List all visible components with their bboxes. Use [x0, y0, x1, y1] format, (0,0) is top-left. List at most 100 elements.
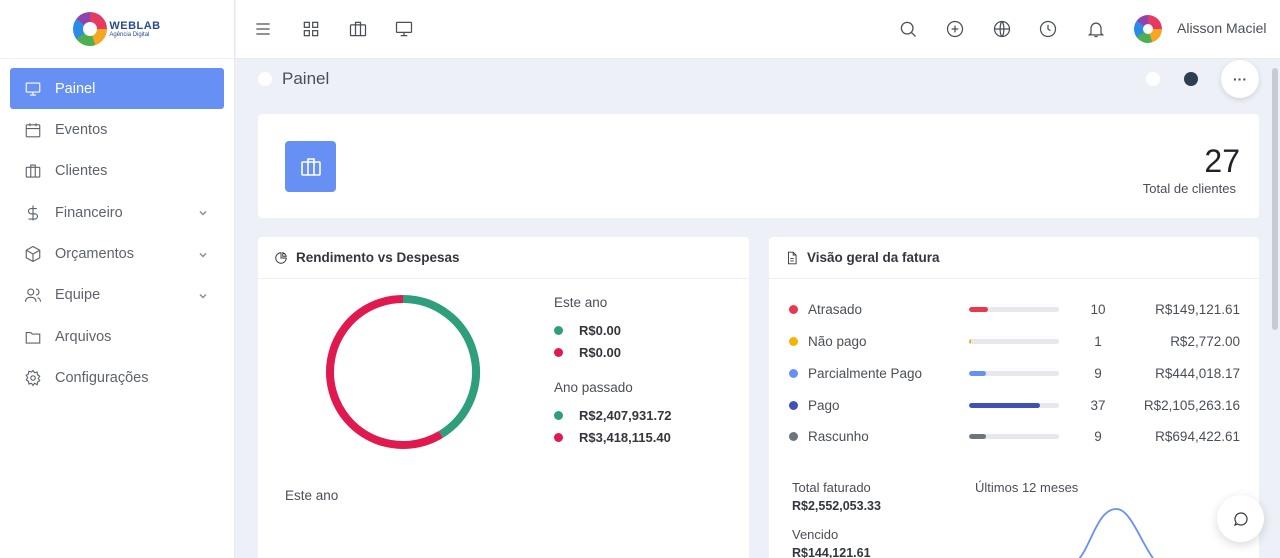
invoice-status-label: Não pago — [808, 333, 867, 349]
light-theme-toggle[interactable] — [1146, 72, 1160, 86]
invoice-row[interactable]: Parcialmente Pago 9 R$444,018.17 — [789, 362, 1240, 384]
page-title-dot — [258, 72, 272, 86]
calendar-icon — [24, 121, 42, 139]
progress-fill — [969, 306, 988, 312]
dark-theme-toggle[interactable] — [1184, 72, 1198, 86]
sidebar-item-equipe[interactable]: Equipe — [10, 275, 224, 316]
total-invoiced-value: R$2,552,053.33 — [792, 499, 881, 513]
legend-title: Ano passado — [554, 380, 633, 395]
invoice-amount: R$2,105,263.16 — [1143, 397, 1240, 413]
invoice-status-label: Pago — [808, 397, 840, 413]
legend-row-income: R$0.00 — [554, 319, 621, 341]
document-icon — [785, 251, 799, 265]
monitor-icon[interactable] — [393, 18, 415, 40]
invoice-row[interactable]: Não pago 1 R$2,772.00 — [789, 330, 1240, 352]
globe-icon[interactable] — [991, 18, 1013, 40]
income-dot — [554, 325, 563, 335]
briefcase-icon[interactable] — [347, 18, 369, 40]
chevron-down-icon — [198, 206, 208, 216]
invoice-count: 9 — [1094, 365, 1102, 381]
sidebar-item-financeiro[interactable]: Financeiro — [10, 192, 224, 233]
sidebar-item-clientes[interactable]: Clientes — [10, 151, 224, 192]
clients-label: Total de clientes — [1142, 181, 1236, 196]
folder-icon — [24, 328, 42, 346]
sidebar-item-arquivos[interactable]: Arquivos — [10, 316, 224, 357]
invoice-row[interactable]: Rascunho 9 R$694,422.61 — [789, 425, 1240, 447]
invoice-amount: R$694,422.61 — [1155, 428, 1240, 444]
donut-slice-expense[interactable] — [326, 295, 443, 449]
invoice-status-label: Atrasado — [808, 301, 863, 317]
briefcase-icon — [24, 162, 42, 180]
chat-icon — [1233, 511, 1248, 526]
status-dot — [789, 304, 798, 314]
due-value: R$144,121.61 — [792, 546, 871, 558]
card-title: Visão geral da fatura — [807, 250, 940, 265]
sidebar-item-label: Arquivos — [55, 328, 112, 345]
clients-count: 27 — [1204, 143, 1240, 179]
briefcase-icon — [285, 141, 336, 192]
topbar: Alisson Maciel — [236, 0, 1280, 59]
progress-fill — [969, 402, 1041, 408]
legend-title: Este ano — [554, 295, 608, 310]
logo-subtitle: Agência Digital — [109, 31, 150, 38]
legend-value: R$0.00 — [579, 344, 621, 360]
scrollbar[interactable] — [1272, 68, 1278, 330]
legend-row-expense: R$3,418,115.40 — [554, 426, 672, 448]
clients-card[interactable]: 27 Total de clientes — [258, 114, 1259, 218]
box-icon — [24, 245, 42, 263]
logo-title: WEBLAB — [109, 19, 161, 32]
legend-value: R$0.00 — [579, 322, 621, 338]
legend-this-year: Este ano R$0.00 R$0.00 — [554, 295, 621, 363]
sidebar-item-configuracoes[interactable]: Configurações — [10, 358, 224, 399]
invoice-status-label: Parcialmente Pago — [808, 365, 923, 381]
invoice-count: 37 — [1090, 397, 1106, 413]
progress-fill — [969, 338, 971, 344]
legend-row-income: R$2,407,931.72 — [554, 404, 672, 426]
sidebar-item-painel[interactable]: Painel — [10, 68, 224, 109]
sidebar-item-eventos[interactable]: Eventos — [10, 109, 224, 150]
invoice-row[interactable]: Atrasado 10 R$149,121.61 — [789, 298, 1240, 320]
sidebar-item-label: Equipe — [55, 287, 101, 304]
sidebar-item-label: Clientes — [55, 163, 108, 180]
chat-button[interactable] — [1217, 495, 1264, 542]
logo-mark-icon — [73, 12, 108, 46]
pie-chart-icon — [274, 251, 288, 265]
legend-value: R$3,418,115.40 — [579, 429, 671, 445]
chevron-down-icon — [198, 289, 208, 299]
invoice-amount: R$149,121.61 — [1155, 301, 1240, 317]
progress-fill — [969, 433, 987, 439]
plus-circle-icon[interactable] — [944, 18, 966, 40]
invoice-row[interactable]: Pago 37 R$2,105,263.16 — [789, 394, 1240, 416]
search-icon[interactable] — [897, 18, 919, 40]
progress-bar — [969, 370, 1059, 376]
grid-icon[interactable] — [300, 18, 322, 40]
progress-bar — [969, 306, 1059, 312]
sidebar-item-orcamentos[interactable]: Orçamentos — [10, 234, 224, 275]
settings-icon — [24, 369, 42, 387]
invoice-count: 1 — [1094, 333, 1102, 349]
total-invoiced-label: Total faturado — [792, 480, 871, 495]
income-dot — [554, 410, 563, 420]
invoice-overview-card: Visão geral da fatura Atrasado 10 R$149,… — [769, 237, 1259, 558]
invoice-sparkline — [1078, 508, 1155, 558]
user-name[interactable]: Alisson Maciel — [1177, 20, 1266, 36]
bell-icon[interactable] — [1085, 18, 1107, 40]
invoice-status-label: Rascunho — [808, 428, 869, 444]
sidebar-item-label: Financeiro — [55, 204, 123, 221]
chevron-down-icon — [198, 248, 208, 258]
sidebar-item-label: Configurações — [55, 370, 149, 387]
logo[interactable]: WEBLAB Agência Digital — [73, 12, 160, 46]
status-dot — [789, 368, 798, 378]
expense-dot — [554, 432, 563, 442]
income-expenses-donut — [326, 295, 480, 449]
menu-icon[interactable] — [252, 18, 274, 40]
due-label: Vencido — [792, 527, 839, 542]
sidebar-item-label: Eventos — [55, 121, 108, 138]
legend-row-expense: R$0.00 — [554, 341, 621, 363]
clock-icon[interactable] — [1037, 18, 1059, 40]
avatar[interactable] — [1134, 15, 1162, 43]
more-options-button[interactable]: ··· — [1221, 60, 1259, 98]
invoice-count: 10 — [1090, 301, 1106, 317]
donut-slice-income[interactable] — [402, 295, 480, 438]
progress-bar — [969, 402, 1059, 408]
